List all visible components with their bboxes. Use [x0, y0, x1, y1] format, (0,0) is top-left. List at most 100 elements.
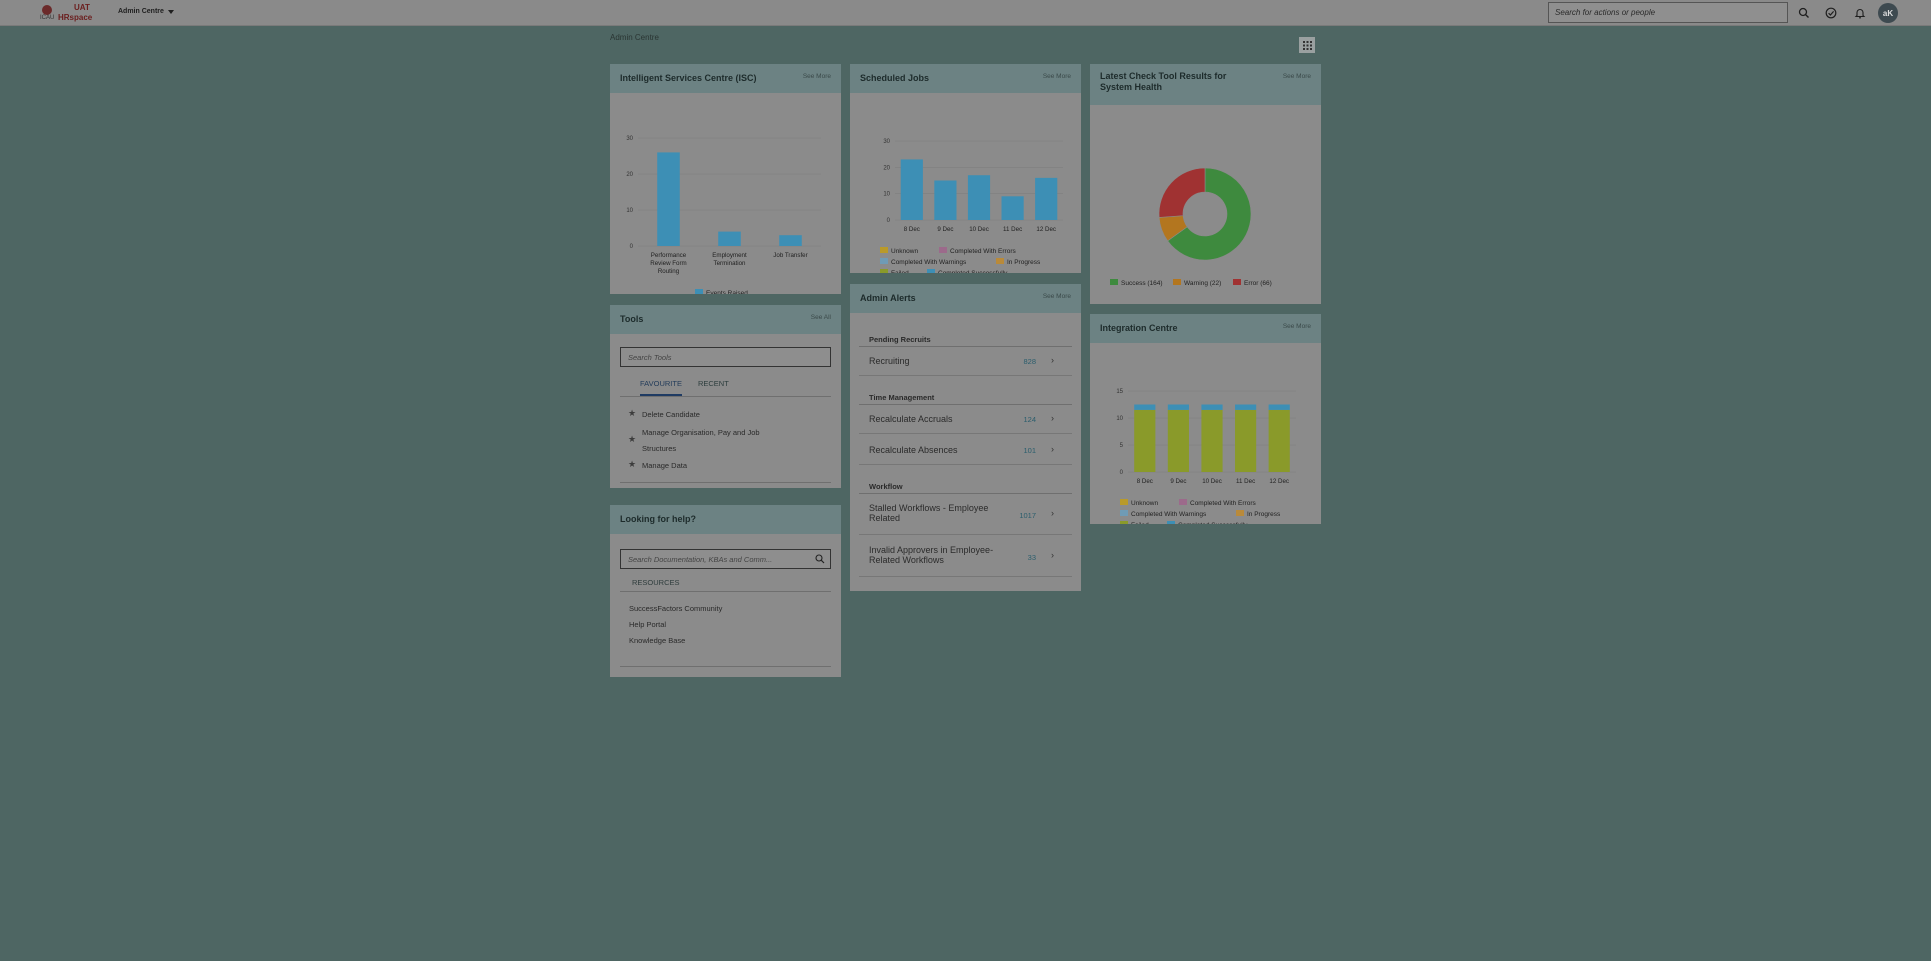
y-tick-label: 15 — [1116, 389, 1123, 395]
system-health-see-more-link[interactable]: See More — [1283, 73, 1311, 80]
chevron-right-icon: › — [1051, 413, 1054, 423]
legend-swatch — [1110, 279, 1118, 285]
y-tick-label: 0 — [887, 218, 891, 224]
y-tick-label: 0 — [630, 244, 634, 250]
alert-row-recalculate-absences[interactable]: Recalculate Absences 101 › — [859, 435, 1072, 465]
x-tick-label: 9 Dec — [937, 226, 953, 233]
tool-item-manage-organisation-line2[interactable]: Structures — [642, 441, 676, 456]
integration-centre-title: Integration Centre — [1100, 323, 1178, 333]
tools-card: Tools See All Search Tools FAVOURITE REC… — [610, 305, 841, 488]
tools-bottom-divider — [620, 482, 831, 483]
isc-card-title: Intelligent Services Centre (ISC) — [620, 73, 757, 83]
alert-row-label-line2: Related — [869, 513, 901, 523]
legend-swatch — [880, 269, 888, 275]
legend-swatch — [695, 289, 703, 295]
tile-grid-icon[interactable] — [1299, 37, 1315, 53]
integration-centre-header: Integration Centre See More — [1090, 314, 1321, 343]
tools-search-input[interactable]: Search Tools — [620, 347, 831, 367]
tool-item-delete-candidate[interactable]: Delete Candidate — [642, 407, 700, 422]
legend-swatch — [1120, 510, 1128, 516]
help-search-input[interactable]: Search Documentation, KBAs and Comm... — [620, 549, 831, 569]
alert-row-stalled-workflows[interactable]: Stalled Workflows - Employee Related 101… — [859, 493, 1072, 535]
legend-label: In Progress — [1007, 259, 1041, 266]
alert-row-recalculate-accruals[interactable]: Recalculate Accruals 124 › — [859, 404, 1072, 434]
chevron-right-icon: › — [1051, 444, 1054, 454]
tab-recent[interactable]: RECENT — [698, 379, 729, 396]
link-help-portal[interactable]: Help Portal — [629, 620, 666, 629]
app-menu-button[interactable]: Admin Centre — [118, 8, 174, 15]
admin-alerts-see-more-link[interactable]: See More — [1043, 293, 1071, 300]
search-icon[interactable] — [815, 554, 825, 564]
x-tick-label: 8 Dec — [904, 226, 920, 233]
bar — [1268, 404, 1290, 410]
x-tick-label: 10 Dec — [969, 226, 989, 233]
x-tick-label: 12 Dec — [1269, 478, 1289, 485]
alert-row-recruiting[interactable]: Recruiting 828 › — [859, 346, 1072, 376]
integration-centre-see-more-link[interactable]: See More — [1283, 323, 1311, 330]
tab-favourite[interactable]: FAVOURITE — [640, 379, 682, 396]
x-tick-label: 11 Dec — [1236, 478, 1255, 485]
alert-row-label: Recalculate Absences — [869, 445, 958, 455]
alert-row-label-line1: Stalled Workflows - Employee — [869, 503, 989, 513]
scheduled-jobs-see-more-link[interactable]: See More — [1043, 73, 1071, 80]
favourite-star-icon[interactable]: ★ — [628, 408, 636, 419]
help-card: Looking for help? Search Documentation, … — [610, 505, 841, 677]
favourite-star-icon[interactable]: ★ — [628, 434, 636, 445]
bar — [1167, 404, 1189, 410]
x-tick-label: Job Transfer — [773, 252, 807, 259]
alert-group-workflow: Workflow — [869, 482, 903, 491]
isc-bar-chart: 0 10 20 30 PerformanceReview FormRouting Empl… — [626, 136, 821, 297]
tool-item-manage-organisation[interactable]: Manage Organisation, Pay and Job — [642, 425, 760, 440]
y-tick-label: 20 — [626, 172, 633, 178]
alert-row-count: 828 — [1023, 357, 1036, 366]
bar — [1201, 404, 1223, 410]
legend-swatch — [1173, 279, 1181, 285]
tools-tabs: FAVOURITE RECENT — [640, 379, 729, 396]
bar — [1134, 404, 1156, 410]
admin-alerts-card: Admin Alerts See More Pending Recruits R… — [850, 284, 1081, 591]
legend-swatch — [1233, 279, 1241, 285]
system-health-donut-chart: Success (164) Warning (22) Error (66) — [1110, 167, 1272, 287]
bar — [657, 152, 680, 246]
alert-row-label: Recruiting — [869, 356, 910, 366]
tools-see-all-link[interactable]: See All — [811, 314, 831, 321]
approvals-icon[interactable] — [1825, 7, 1837, 19]
x-tick-label: 12 Dec — [1036, 226, 1056, 233]
alert-row-count: 33 — [1027, 553, 1036, 562]
logo-emblem-icon — [42, 5, 52, 15]
global-search-input[interactable]: Search for actions or people — [1548, 2, 1788, 23]
legend-label: Warning (22) — [1184, 280, 1221, 287]
y-tick-label: 20 — [883, 165, 890, 171]
x-tick-label: 11 Dec — [1003, 226, 1022, 233]
page-title: Admin Centre — [610, 33, 659, 42]
isc-see-more-link[interactable]: See More — [803, 73, 831, 80]
integration-stacked-bar-chart: 0 5 10 15 8 Dec 9 Dec 10 Dec 11 Dec 12 Dec Unknow… — [1116, 389, 1296, 529]
alert-row-invalid-approvers[interactable]: Invalid Approvers in Employee- Related W… — [859, 535, 1072, 577]
system-health-title-line1: Latest Check Tool Results for — [1100, 71, 1227, 81]
y-tick-label: 30 — [626, 136, 633, 142]
y-tick-label: 0 — [1120, 470, 1124, 476]
company-logo[interactable]: ICAU UAT HRspace — [40, 3, 92, 23]
shell-bar: ICAU UAT HRspace Admin Centre Search for… — [0, 0, 1931, 26]
tools-header: Tools See All — [610, 305, 841, 334]
alert-row-count: 1017 — [1019, 511, 1036, 520]
favourite-star-icon[interactable]: ★ — [628, 459, 636, 470]
legend-label: Completed With Warnings — [891, 259, 967, 266]
scheduled-jobs-header: Scheduled Jobs See More — [850, 64, 1081, 93]
user-avatar[interactable]: aK — [1878, 3, 1898, 23]
resources-divider — [620, 591, 831, 592]
notifications-bell-icon[interactable] — [1854, 7, 1866, 19]
legend-swatch — [1167, 521, 1175, 527]
tool-item-manage-data[interactable]: Manage Data — [642, 458, 687, 473]
bar — [718, 231, 741, 246]
x-tick-label: Performance — [651, 252, 687, 259]
link-successfactors-community[interactable]: SuccessFactors Community — [629, 604, 722, 613]
scheduled-jobs-title: Scheduled Jobs — [860, 73, 930, 83]
search-icon[interactable] — [1798, 7, 1810, 19]
legend-swatch — [927, 269, 935, 275]
link-knowledge-base[interactable]: Knowledge Base — [629, 636, 685, 645]
legend-label: Completed With Errors — [1190, 500, 1256, 507]
bar — [1201, 409, 1223, 472]
x-tick-label: 8 Dec — [1137, 478, 1153, 485]
bar — [1035, 177, 1058, 220]
